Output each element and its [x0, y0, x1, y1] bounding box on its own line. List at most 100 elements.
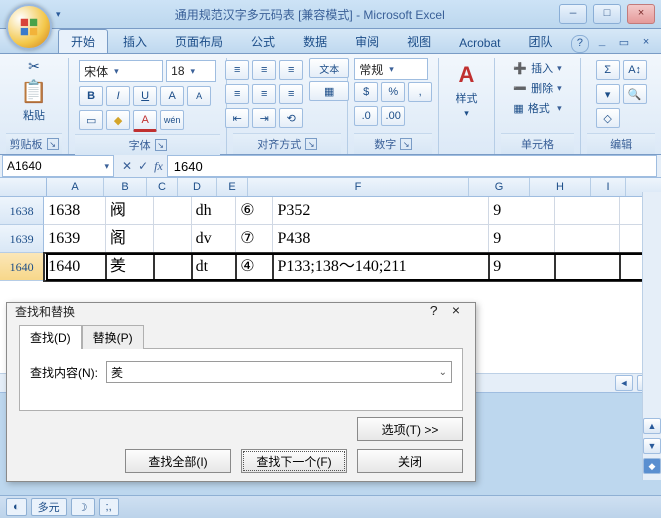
status-extra[interactable]: ;,	[99, 498, 119, 516]
dec-inc-button[interactable]: .0	[354, 106, 378, 126]
align-bottom-button[interactable]: ≡	[279, 60, 303, 80]
number-format-combo[interactable]: 常规▾	[354, 58, 428, 80]
find-all-button[interactable]: 查找全部(I)	[125, 449, 231, 473]
indent-inc-button[interactable]: ⇥	[252, 108, 276, 128]
fill-color-button[interactable]: ◆	[106, 110, 130, 130]
fill-button[interactable]: ▾	[596, 84, 620, 104]
office-button[interactable]	[6, 4, 52, 50]
indent-dec-button[interactable]: ⇤	[225, 108, 249, 128]
col-header-g[interactable]: G	[469, 178, 530, 196]
col-header-c[interactable]: C	[147, 178, 178, 196]
table-row-selected[interactable]: 1640 1640 羑 dt ④ P133;138～140;211 9 5	[0, 253, 661, 281]
tab-home[interactable]: 开始	[58, 29, 108, 53]
border-button[interactable]: ▭	[79, 110, 103, 130]
underline-button[interactable]: U	[133, 86, 157, 106]
scroll-left-icon[interactable]: ◄	[615, 375, 633, 391]
italic-button[interactable]: I	[106, 86, 130, 106]
tab-formulas[interactable]: 公式	[238, 29, 288, 53]
col-header-a[interactable]: A	[47, 178, 104, 196]
tab-insert[interactable]: 插入	[110, 29, 160, 53]
align-dialog-launcher[interactable]: ↘	[305, 138, 317, 150]
insert-button[interactable]: ➕插入▾	[509, 58, 565, 78]
sort-button[interactable]: A↕	[623, 60, 647, 80]
font-name-combo[interactable]: 宋体▾	[79, 60, 163, 82]
currency-button[interactable]: $	[354, 82, 378, 102]
doc-close[interactable]: ×	[637, 35, 655, 51]
number-dialog-launcher[interactable]: ↘	[400, 138, 412, 150]
format-button[interactable]: ▦格式▾	[509, 98, 565, 118]
ime-indicator[interactable]: 多元	[31, 498, 67, 516]
tab-view[interactable]: 视图	[394, 29, 444, 53]
tab-team[interactable]: 团队	[515, 29, 565, 53]
tab-data[interactable]: 数据	[290, 29, 340, 53]
scroll-down-icon[interactable]: ▼	[643, 438, 661, 454]
name-box[interactable]: A1640▾	[2, 155, 114, 177]
table-row[interactable]: 1639 1639 阁 dv ⑦ P438 9	[0, 225, 661, 253]
align-top-button[interactable]: ≡	[225, 60, 249, 80]
doc-minimize[interactable]: _	[593, 35, 611, 51]
paste-button[interactable]: 📋 粘贴	[14, 75, 53, 127]
options-button[interactable]: 选项(T) >>	[357, 417, 463, 441]
moon-icon[interactable]: ☽	[71, 498, 95, 516]
help-button[interactable]: ?	[571, 35, 589, 53]
vertical-scrollbar[interactable]: ▲ ▼ ◆	[642, 192, 661, 480]
select-all-corner[interactable]	[0, 178, 47, 196]
col-header-b[interactable]: B	[104, 178, 147, 196]
statusbar: ◐ 多元 ☽ ;,	[0, 495, 661, 518]
font-dialog-launcher[interactable]: ↘	[155, 139, 167, 151]
col-header-f[interactable]: F	[248, 178, 469, 196]
table-row[interactable]: 1638 1638 阀 dh ⑥ P352 9	[0, 197, 661, 225]
tab-review[interactable]: 审阅	[342, 29, 392, 53]
find-button[interactable]: 🔍	[623, 84, 647, 104]
formula-bar-row: A1640▾ ✕ ✓ fx 1640	[0, 155, 661, 178]
align-right-button[interactable]: ≡	[279, 84, 303, 104]
styles-button[interactable]: A 样式 ▾	[449, 58, 483, 123]
comma-button[interactable]: ,	[408, 82, 432, 102]
fx-icon[interactable]: fx	[154, 159, 163, 174]
formula-bar[interactable]: 1640	[167, 155, 657, 177]
enter-icon[interactable]: ✓	[138, 159, 148, 173]
font-color-button[interactable]: A	[133, 110, 157, 132]
grow-font-button[interactable]: A	[160, 86, 184, 106]
col-header-i[interactable]: I	[591, 178, 626, 196]
delete-button[interactable]: ➖删除▾	[509, 78, 565, 98]
minimize-button[interactable]: —	[559, 4, 587, 24]
align-middle-button[interactable]: ≡	[252, 60, 276, 80]
orientation-button[interactable]: ⟲	[279, 108, 303, 128]
dec-dec-button[interactable]: .00	[381, 106, 405, 126]
maximize-button[interactable]: □	[593, 4, 621, 24]
close-dialog-button[interactable]: 关闭	[357, 449, 463, 473]
col-header-e[interactable]: E	[217, 178, 248, 196]
col-header-h[interactable]: H	[530, 178, 591, 196]
wrap-text-button[interactable]: 文本	[309, 58, 349, 78]
find-content-input[interactable]: 羑⌄	[106, 361, 452, 383]
tab-replace[interactable]: 替换(P)	[82, 325, 144, 349]
autosum-button[interactable]: Σ	[596, 60, 620, 80]
col-header-d[interactable]: D	[178, 178, 217, 196]
group-cells-label: 单元格	[521, 136, 554, 152]
find-next-button[interactable]: 查找下一个(F)	[241, 449, 347, 473]
scroll-up-icon[interactable]: ▲	[643, 418, 661, 434]
shrink-font-button[interactable]: A	[187, 86, 211, 106]
phonetic-button[interactable]: wén	[160, 110, 184, 130]
close-button[interactable]: ×	[627, 4, 655, 24]
dialog-close-button[interactable]: ×	[445, 304, 467, 320]
tab-pagelayout[interactable]: 页面布局	[162, 29, 236, 53]
group-font-label: 字体	[129, 137, 151, 153]
percent-button[interactable]: %	[381, 82, 405, 102]
globe-icon[interactable]: ◐	[6, 498, 27, 516]
tab-find[interactable]: 查找(D)	[19, 325, 82, 349]
bold-button[interactable]: B	[79, 86, 103, 106]
font-size-combo[interactable]: 18▾	[166, 60, 216, 82]
clear-button[interactable]: ◇	[596, 108, 620, 128]
cut-icon[interactable]: ✂	[28, 58, 40, 75]
dialog-help-button[interactable]: ?	[423, 304, 445, 320]
align-left-button[interactable]: ≡	[225, 84, 249, 104]
doc-restore[interactable]: ▭	[615, 35, 633, 51]
clipboard-dialog-launcher[interactable]: ↘	[47, 138, 59, 150]
merge-button[interactable]: ▦	[309, 81, 349, 101]
align-center-button[interactable]: ≡	[252, 84, 276, 104]
scroll-mode-icon[interactable]: ◆	[643, 458, 661, 474]
cancel-icon[interactable]: ✕	[122, 159, 132, 173]
tab-acrobat[interactable]: Acrobat	[446, 32, 513, 53]
